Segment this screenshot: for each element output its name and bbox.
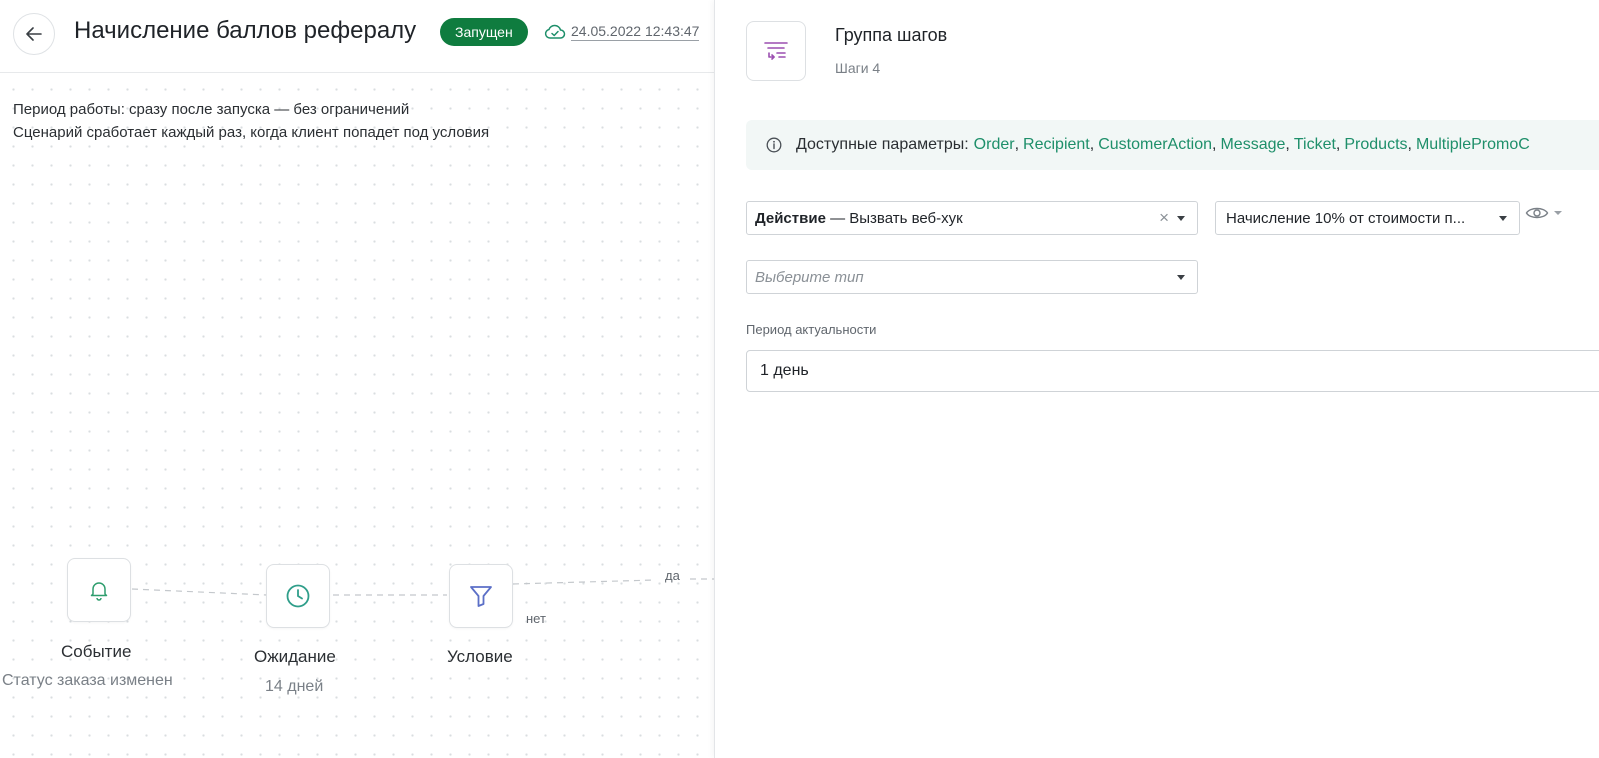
chevron-down-icon [1499,216,1507,221]
param-link-customeraction[interactable]: CustomerAction [1098,136,1212,154]
action-type-select[interactable]: Действие — Вызвать веб-хук × [746,201,1198,235]
step-settings-panel: Группа шагов Шаги 4 Доступные параметры:… [714,0,1599,758]
chevron-down-icon [1177,275,1185,280]
param-link-recipient[interactable]: Recipient [1023,136,1090,154]
clear-icon[interactable]: × [1159,209,1169,227]
bell-icon [90,582,108,601]
flow-node-event-subtitle: Статус заказа изменен [2,672,173,689]
param-link-ticket[interactable]: Ticket [1294,136,1336,154]
step-group-icon [764,42,788,60]
action-select-bold: Действие [755,209,826,227]
edge-label-no: нет [526,611,546,626]
chevron-down-icon [1177,216,1185,221]
type-select[interactable]: Выберите тип [746,260,1198,294]
action-select-value: — Вызвать веб-хук [825,209,963,227]
param-link-order[interactable]: Order [974,136,1015,154]
type-select-placeholder: Выберите тип [755,268,864,286]
params-label: Доступные параметры: [796,136,969,153]
param-link-message[interactable]: Message [1220,136,1285,154]
eye-icon [1525,207,1549,219]
flow-node-wait-subtitle: 14 дней [265,678,324,695]
webhook-select-value: Начисление 10% от стоимости п... [1226,209,1466,227]
clock-icon [286,584,310,608]
preview-eye-button[interactable] [1525,205,1563,221]
period-input[interactable]: 1 день [746,350,1599,392]
param-link-multiplepromo[interactable]: MultiplePromoC [1416,136,1530,154]
param-link-products[interactable]: Products [1344,136,1407,154]
flow-node-event-title: Событие [61,642,132,661]
flow-node-event[interactable] [67,558,131,622]
flow-node-condition-title: Условие [447,647,513,666]
step-group-icon-box [746,21,806,81]
available-params-bar: Доступные параметры: Order, Recipient, C… [746,120,1599,170]
scenario-canvas[interactable]: Начисление баллов рефералу Запущен 24.05… [0,0,714,758]
period-label: Период актуальности [746,322,877,337]
panel-title: Группа шагов [835,25,948,45]
edge-label-yes: да [665,568,680,583]
chevron-down-icon [1554,211,1562,215]
flow-node-wait[interactable] [266,564,330,628]
flow-node-wait-title: Ожидание [254,647,336,666]
panel-subtitle: Шаги 4 [835,60,881,76]
funnel-icon [470,586,492,607]
flow-node-condition[interactable] [449,564,513,628]
info-icon [766,137,782,153]
webhook-select[interactable]: Начисление 10% от стоимости п... [1215,201,1520,235]
